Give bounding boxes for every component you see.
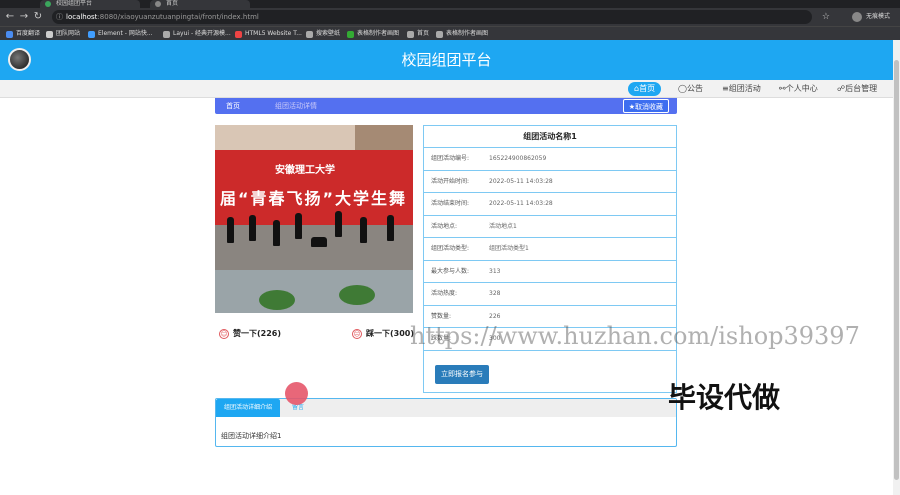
photo-sign-text: 安徽理工大学 [275, 165, 335, 176]
breadcrumb-home[interactable]: 首页 [226, 98, 240, 114]
bookmark-icon [407, 31, 414, 38]
bookmark-icon [235, 31, 242, 38]
bookmark-icon [436, 31, 443, 38]
thumbs-down-button[interactable]: ☹ 踩一下(300) [352, 328, 414, 340]
photo-dancer [311, 237, 327, 247]
bookmark-star-icon[interactable]: ☆ [822, 11, 830, 23]
tab-description[interactable]: 组团活动详细介绍 [216, 399, 280, 417]
browser-tab[interactable]: 首页 [150, 0, 250, 8]
site-favicon-icon [155, 1, 161, 7]
photo-dancer [295, 213, 302, 239]
main-nav: ⌂首页 ◯公告 ≡组团活动 ⚯个人中心 ☍后台管理 [0, 80, 893, 98]
bookmark-item[interactable]: 百度翻译 [6, 29, 40, 39]
browser-tab[interactable]: 校园组团平台 [40, 0, 140, 8]
smile-icon: ☺ [219, 328, 229, 339]
forward-icon[interactable]: → [18, 11, 30, 23]
activity-detail-panel: 组团活动名称1 组团活动编号: 165224900862059 活动开始时间: 20… [423, 125, 677, 393]
photo-plant [339, 285, 375, 305]
nav-item-activities[interactable]: ≡组团活动 [718, 82, 765, 96]
photo-plant [259, 290, 295, 310]
folder-icon [46, 31, 53, 38]
detail-row: 活动开始时间: 2022-05-11 14:03:28 [424, 171, 676, 193]
cursor-highlight [285, 382, 308, 405]
site-logo [8, 48, 31, 71]
profile-button[interactable]: 无痕模式 [851, 11, 890, 23]
back-icon[interactable]: ← [4, 11, 16, 23]
unfavorite-button[interactable]: ★取消收藏 [622, 99, 669, 113]
activity-title: 组团活动名称1 [424, 126, 676, 148]
activity-photo: 安徽理工大学 届“青春飞扬”大学生舞 [215, 125, 413, 313]
bookmark-item[interactable]: Layui - 经典开源模... [163, 29, 231, 39]
tab-content: 组团活动详细介绍1 [221, 432, 282, 440]
site-favicon-icon [45, 1, 51, 7]
breadcrumb-current: 组团活动详情 [275, 102, 317, 110]
photo-dancer [387, 215, 394, 241]
url-input[interactable]: ⓘ localhost:8080/xiaoyuanzutuanpingtai/fr… [52, 10, 812, 24]
photo-stage [215, 225, 413, 270]
watermark-text: https://www.huzhan.com/ishop39397 [410, 322, 860, 350]
bookmarks-bar: 百度翻译 团队网站 Element - 网站快... Layui - 经典开源模… [0, 26, 900, 40]
detail-row: 组团活动编号: 165224900862059 [424, 148, 676, 171]
address-bar-row: ← → ↻ ⓘ localhost:8080/xiaoyuanzutuanping… [0, 8, 900, 26]
bookmark-item[interactable]: 表格制作者画图 [347, 29, 399, 39]
nav-item-notice[interactable]: ◯公告 [674, 82, 707, 96]
nav-item-profile[interactable]: ⚯个人中心 [775, 82, 822, 96]
site-info-icon[interactable]: ⓘ [56, 10, 63, 24]
overlay-stamp-text: 毕设代做 [668, 381, 781, 414]
detail-row: 组团活动类型: 组团活动类型1 [424, 238, 676, 261]
bookmark-item[interactable]: 团队网站 [46, 29, 80, 39]
bookmark-icon [88, 31, 95, 38]
photo-dancer [227, 217, 234, 243]
detail-row: 活动热度: 328 [424, 283, 676, 306]
apply-join-button[interactable]: 立即报名参与 [435, 365, 489, 384]
bookmark-item[interactable]: 表格制作者画图 [436, 29, 488, 39]
photo-ground [215, 270, 413, 313]
photo-dancer [249, 215, 256, 241]
tabs-header: 组团活动详细介绍 留言 [216, 399, 676, 417]
nav-item-admin[interactable]: ☍后台管理 [833, 82, 881, 96]
scrollbar-thumb[interactable] [894, 60, 899, 480]
page-scrollbar[interactable] [893, 40, 900, 495]
detail-row: 活动结束时间: 2022-05-11 14:03:28 [424, 193, 676, 216]
avatar [851, 11, 862, 22]
bookmark-item[interactable]: 搜索壁纸 [306, 29, 340, 39]
detail-row: 最大参与人数: 313 [424, 261, 676, 283]
photo-banner-text: 届“青春飞扬”大学生舞 [220, 189, 408, 208]
photo-dancer [273, 220, 280, 246]
browser-tab-strip: 校园组团平台 首页 [0, 0, 900, 8]
frown-icon: ☹ [352, 328, 362, 339]
photo-dancer [335, 211, 342, 237]
breadcrumb: 首页 组团活动详情 ★取消收藏 [215, 98, 677, 114]
bookmark-item[interactable]: Element - 网站快... [88, 29, 153, 39]
reload-icon[interactable]: ↻ [32, 11, 44, 23]
nav-item-home[interactable]: ⌂首页 [628, 82, 662, 96]
bookmark-item[interactable]: 首页 [407, 29, 429, 39]
bookmark-icon [306, 31, 313, 38]
thumbs-up-button[interactable]: ☺ 赞一下(226) [219, 328, 281, 340]
detail-row: 活动地点: 活动地点1 [424, 216, 676, 238]
bookmark-icon [347, 31, 354, 38]
bookmark-item[interactable]: HTML5 Website T... [235, 29, 302, 39]
bookmark-icon [163, 31, 170, 38]
photo-dancer [360, 217, 367, 243]
site-header: 校园组团平台 [0, 40, 893, 80]
site-title: 校园组团平台 [401, 51, 492, 69]
detail-tabs: 组团活动详细介绍 留言 组团活动详细介绍1 [215, 398, 677, 447]
bookmark-icon [6, 31, 13, 38]
